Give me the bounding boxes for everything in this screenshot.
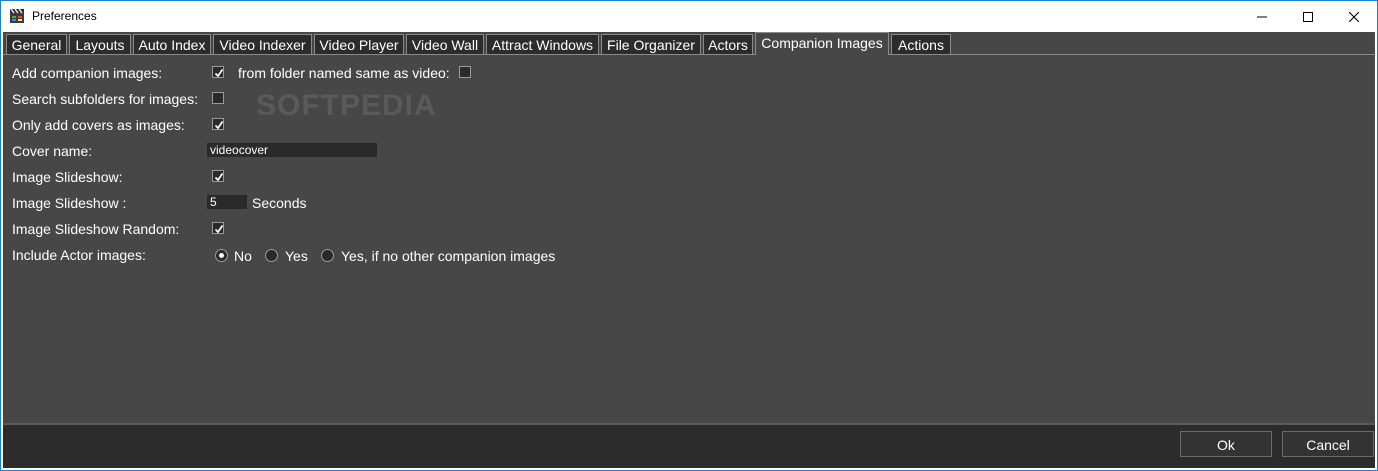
tab-video-player[interactable]: Video Player bbox=[314, 34, 404, 54]
tab-video-wall[interactable]: Video Wall bbox=[406, 34, 484, 54]
checkmark-icon bbox=[214, 69, 224, 78]
cancel-button[interactable]: Cancel bbox=[1282, 431, 1374, 457]
cover-name-input[interactable]: videocover bbox=[207, 143, 377, 157]
minimize-button[interactable] bbox=[1239, 1, 1285, 32]
clapperboard-icon bbox=[10, 8, 24, 23]
title-bar[interactable]: Preferences bbox=[1, 1, 1377, 32]
radio-no[interactable] bbox=[215, 249, 228, 262]
slideshow-random-checkbox[interactable] bbox=[212, 222, 224, 234]
tab-companion-images[interactable]: Companion Images bbox=[755, 32, 889, 55]
tab-actors[interactable]: Actors bbox=[703, 34, 753, 54]
tab-general[interactable]: General bbox=[6, 34, 67, 54]
radio-yes-if-none-label[interactable]: Yes, if no other companion images bbox=[341, 248, 555, 264]
search-subfolders-checkbox[interactable] bbox=[212, 92, 224, 104]
radio-yes-if-none[interactable] bbox=[321, 249, 334, 262]
radio-yes-label[interactable]: Yes bbox=[285, 248, 308, 264]
preferences-window: Preferences General Layouts Auto Index V… bbox=[0, 0, 1378, 471]
ok-button[interactable]: Ok bbox=[1180, 431, 1272, 457]
client-area: General Layouts Auto Index Video Indexer… bbox=[3, 32, 1375, 468]
cover-name-label: Cover name: bbox=[12, 143, 93, 159]
minimize-icon bbox=[1257, 16, 1267, 17]
add-companion-label: Add companion images: bbox=[12, 65, 163, 81]
checkmark-icon bbox=[214, 121, 224, 130]
image-slideshow-label: Image Slideshow: bbox=[12, 169, 123, 185]
add-companion-checkbox[interactable] bbox=[212, 66, 224, 78]
radio-no-label[interactable]: No bbox=[234, 248, 252, 264]
tab-bar: General Layouts Auto Index Video Indexer… bbox=[3, 32, 1375, 55]
slideshow-seconds-label: Image Slideshow : bbox=[12, 195, 127, 211]
window-title: Preferences bbox=[32, 9, 97, 23]
tab-auto-index[interactable]: Auto Index bbox=[133, 34, 211, 54]
tab-file-organizer[interactable]: File Organizer bbox=[601, 34, 701, 54]
companion-images-panel: SOFTPEDIA Add companion images: from fol… bbox=[3, 55, 1375, 421]
tab-actions[interactable]: Actions bbox=[891, 34, 951, 54]
watermark: SOFTPEDIA bbox=[256, 89, 437, 122]
checkmark-icon bbox=[214, 173, 224, 182]
slideshow-seconds-input[interactable]: 5 bbox=[207, 195, 247, 209]
maximize-button[interactable] bbox=[1285, 1, 1331, 32]
only-covers-label: Only add covers as images: bbox=[12, 117, 185, 133]
radio-yes[interactable] bbox=[265, 249, 278, 262]
checkmark-icon bbox=[214, 225, 224, 234]
tab-layouts[interactable]: Layouts bbox=[69, 34, 131, 54]
dialog-footer: Ok Cancel bbox=[3, 423, 1375, 468]
close-button[interactable] bbox=[1331, 1, 1377, 32]
search-subfolders-label: Search subfolders for images: bbox=[12, 91, 198, 107]
seconds-unit-label: Seconds bbox=[252, 195, 307, 211]
slideshow-random-label: Image Slideshow Random: bbox=[12, 221, 180, 237]
from-folder-checkbox[interactable] bbox=[459, 66, 471, 78]
image-slideshow-checkbox[interactable] bbox=[212, 170, 224, 182]
close-icon bbox=[1349, 11, 1359, 22]
tab-video-indexer[interactable]: Video Indexer bbox=[213, 34, 312, 54]
tab-attract-windows[interactable]: Attract Windows bbox=[486, 34, 599, 54]
include-actor-label: Include Actor images: bbox=[12, 247, 146, 263]
only-covers-checkbox[interactable] bbox=[212, 118, 224, 130]
maximize-icon bbox=[1303, 11, 1313, 22]
from-folder-label: from folder named same as video: bbox=[238, 65, 450, 81]
